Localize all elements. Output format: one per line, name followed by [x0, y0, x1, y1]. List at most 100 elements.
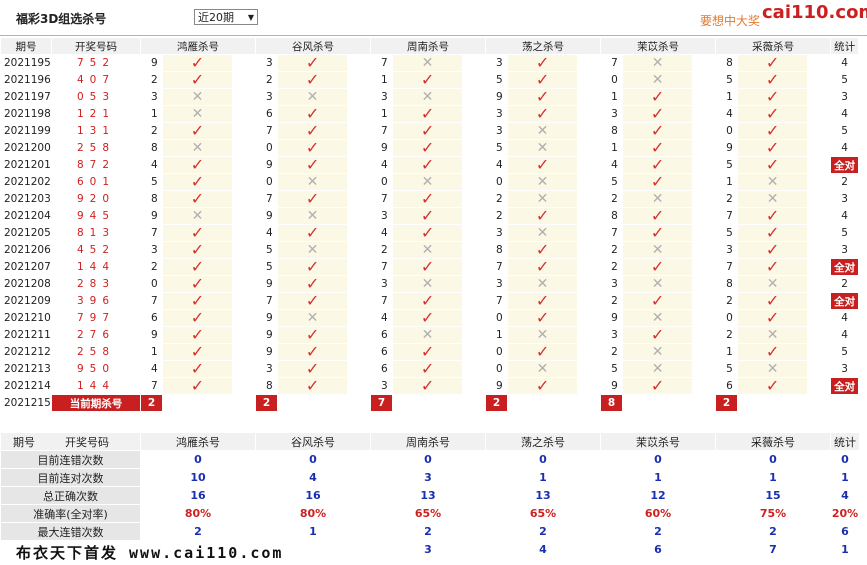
- current-kill-number: 2: [485, 394, 509, 412]
- row-issue: 2021214: [0, 377, 52, 395]
- result-cell: ✕: [507, 122, 579, 140]
- table-row: 2021203 920 8 ✓ 7 ✓ 7 ✓ 2 ✕ 2 ✕ 2 ✕ 3: [0, 190, 860, 208]
- check-icon: ✓: [305, 360, 320, 378]
- divider: [0, 35, 867, 36]
- kill-number: 9: [715, 139, 739, 157]
- cross-icon: ✕: [766, 360, 779, 377]
- kill-number: 0: [140, 275, 163, 293]
- check-icon: ✓: [420, 360, 435, 378]
- table-row: 2021214 144 7 ✓ 8 ✓ 3 ✓ 9 ✓ 9 ✓ 6 ✓ 全对: [0, 377, 860, 395]
- row-draw-numbers: 053: [51, 88, 141, 106]
- check-icon: ✓: [420, 156, 435, 174]
- draw-digits: 950: [76, 363, 116, 375]
- stats-value: 13: [370, 486, 486, 505]
- current-empty: [507, 394, 579, 412]
- kill-number: 3: [715, 241, 739, 259]
- spacer: [231, 258, 257, 276]
- brand-logo[interactable]: cai110.com: [762, 2, 867, 23]
- result-cell: ✓: [507, 54, 579, 72]
- row-issue: 2021212: [0, 343, 52, 361]
- all-correct-badge: 全对: [830, 258, 860, 276]
- table-row: 2021201 872 4 ✓ 9 ✓ 4 ✓ 4 ✓ 4 ✓ 5 ✓ 全对: [0, 156, 860, 174]
- stats-value: 80%: [255, 504, 371, 523]
- result-cell: ✕: [392, 173, 464, 191]
- result-cell: ✓: [507, 207, 579, 225]
- stats-value: 65%: [485, 504, 601, 523]
- kill-number: 4: [715, 105, 739, 123]
- result-cell: ✕: [622, 360, 694, 378]
- stats-value: 2: [715, 522, 831, 541]
- stats-header-expert-1: 谷风杀号: [255, 432, 371, 451]
- stats-value: 80%: [140, 504, 256, 523]
- draw-digits: 452: [76, 244, 116, 256]
- spacer: [692, 156, 717, 174]
- period-select[interactable]: 近20期 ▼: [194, 9, 258, 25]
- spacer: [692, 71, 717, 89]
- spacer: [692, 88, 717, 106]
- spacer: [347, 224, 372, 242]
- kill-number: 7: [485, 258, 509, 276]
- row-stat: 4: [830, 326, 860, 344]
- row-issue: 2021206: [0, 241, 52, 259]
- spacer: [347, 207, 372, 225]
- table-row: 2021196 407 2 ✓ 2 ✓ 1 ✓ 5 ✓ 0 ✕ 5 ✓ 5: [0, 71, 860, 89]
- spacer: [807, 173, 832, 191]
- spacer: [577, 309, 602, 327]
- kill-number: 1: [140, 105, 163, 123]
- draw-digits: 872: [76, 159, 116, 171]
- spacer: [807, 190, 832, 208]
- spacer: [462, 241, 487, 259]
- current-kill-number: 2: [140, 394, 163, 412]
- spacer: [692, 309, 717, 327]
- result-cell: ✓: [162, 122, 233, 140]
- result-cell: ✕: [622, 343, 694, 361]
- spacer: [347, 122, 372, 140]
- check-icon: ✓: [765, 292, 780, 310]
- stats-value: 7: [715, 540, 831, 559]
- spacer: [347, 343, 372, 361]
- result-cell: ✕: [622, 241, 694, 259]
- stats-value: 0: [485, 450, 601, 469]
- result-cell: ✓: [392, 292, 464, 310]
- stats-label: 总正确次数: [0, 486, 141, 505]
- all-correct-badge: 全对: [830, 156, 860, 174]
- stats-value: 60%: [600, 504, 716, 523]
- row-issue: 2021201: [0, 156, 52, 174]
- spacer: [347, 173, 372, 191]
- result-cell: ✓: [737, 258, 809, 276]
- table-row: 2021198 121 1 ✕ 6 ✓ 1 ✓ 3 ✓ 3 ✓ 4 ✓ 4: [0, 105, 860, 123]
- cross-icon: ✕: [421, 326, 434, 343]
- current-empty: [392, 394, 464, 412]
- stats-total: 1: [830, 468, 860, 487]
- spacer: [462, 377, 487, 395]
- spacer: [231, 326, 257, 344]
- row-draw-numbers: 920: [51, 190, 141, 208]
- kill-number: 7: [715, 207, 739, 225]
- table-row: 2021209 396 7 ✓ 7 ✓ 7 ✓ 7 ✓ 2 ✓ 2 ✓ 全对: [0, 292, 860, 310]
- check-icon: ✓: [765, 343, 780, 361]
- check-icon: ✓: [535, 258, 550, 276]
- table-row: 2021206 452 3 ✓ 5 ✕ 2 ✕ 8 ✓ 2 ✕ 3 ✓ 3: [0, 241, 860, 259]
- stats-value: 16: [255, 486, 371, 505]
- kill-number: 6: [255, 105, 279, 123]
- result-cell: ✕: [737, 275, 809, 293]
- result-cell: ✓: [392, 207, 464, 225]
- row-issue: 2021205: [0, 224, 52, 242]
- result-cell: ✓: [392, 190, 464, 208]
- cross-icon: ✕: [306, 241, 319, 258]
- spacer: [231, 71, 257, 89]
- slogan-link[interactable]: 要想中大奖: [700, 12, 760, 29]
- kill-number: 5: [255, 241, 279, 259]
- spacer: [577, 360, 602, 378]
- table-row: 2021202 601 5 ✓ 0 ✕ 0 ✕ 0 ✕ 5 ✓ 1 ✕ 2: [0, 173, 860, 191]
- kill-number: 9: [255, 156, 279, 174]
- cross-icon: ✕: [536, 190, 549, 207]
- spacer: [807, 292, 832, 310]
- kill-number: 1: [485, 326, 509, 344]
- result-cell: ✕: [622, 190, 694, 208]
- spacer: [231, 207, 257, 225]
- spacer: [462, 105, 487, 123]
- check-icon: ✓: [765, 122, 780, 140]
- check-icon: ✓: [190, 122, 205, 140]
- check-icon: ✓: [420, 139, 435, 157]
